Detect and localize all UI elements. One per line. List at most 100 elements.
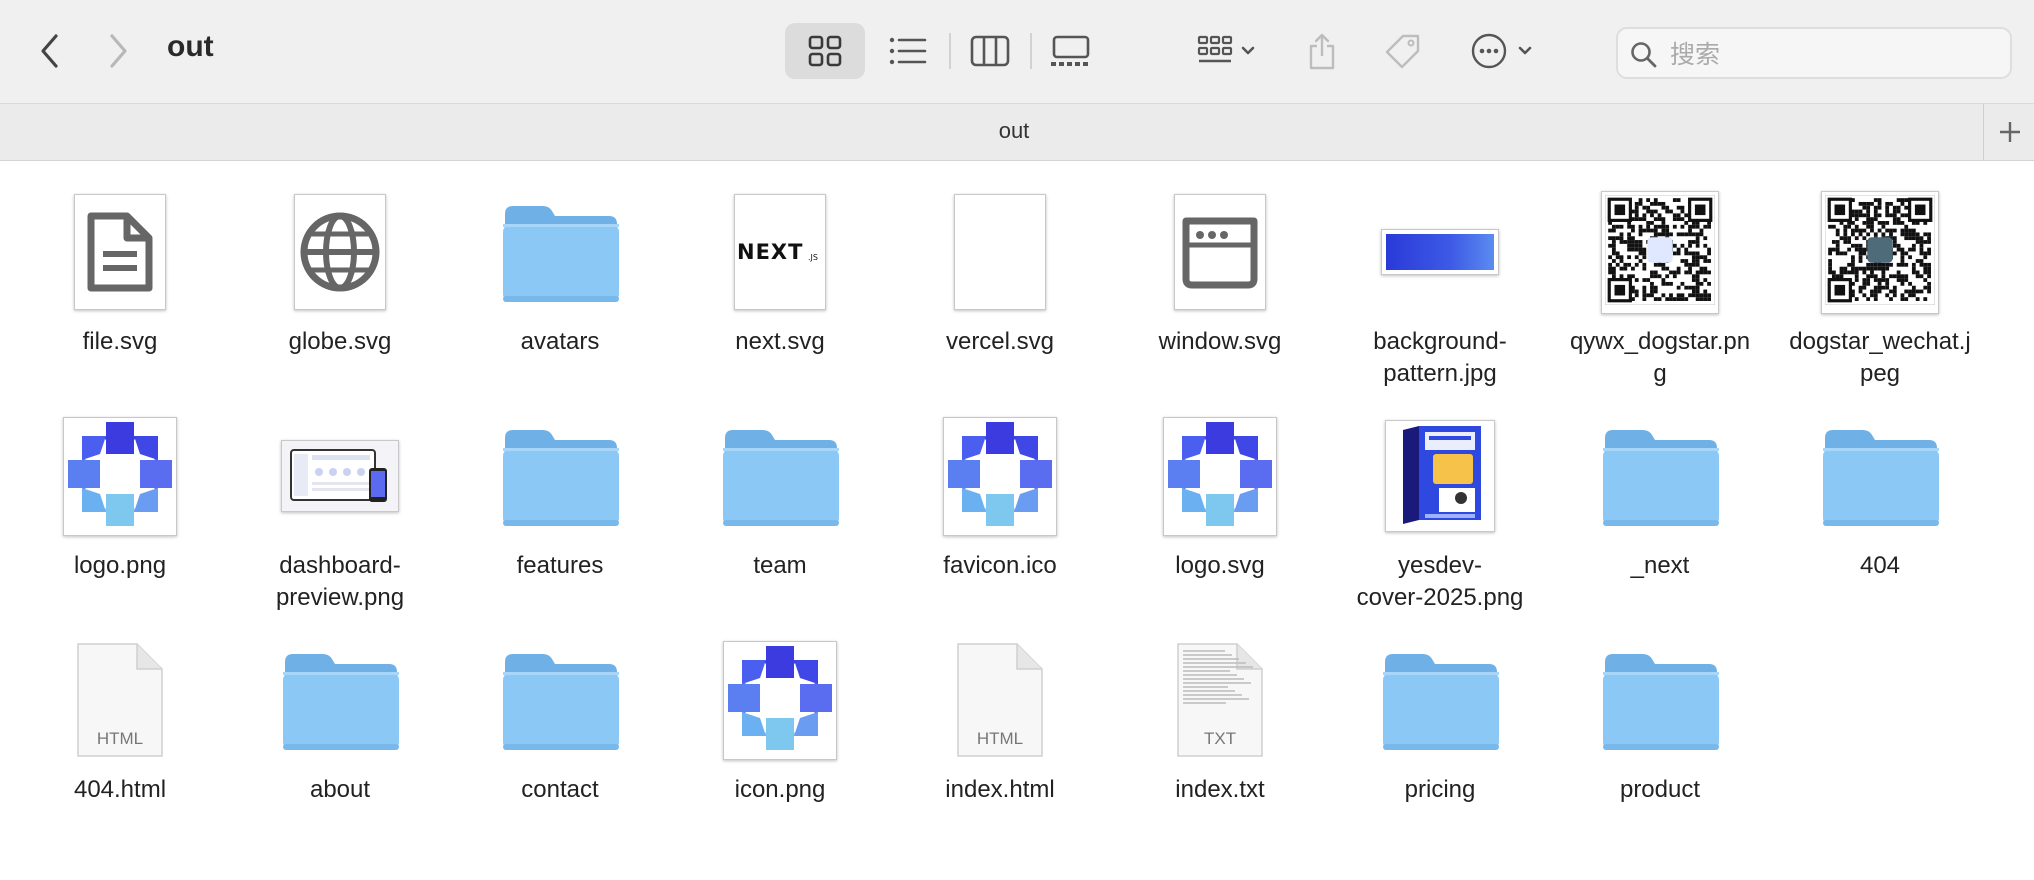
item-thumbnail (1330, 188, 1550, 316)
item-thumbnail (1550, 636, 1770, 764)
item-thumbnail (890, 188, 1110, 316)
logo-icon (726, 643, 834, 752)
item-name: _next (1630, 552, 1690, 579)
item-thumbnail (1770, 412, 1990, 540)
logo-icon (66, 419, 174, 528)
item-thumbnail (1110, 412, 1330, 540)
book-cover-image (1389, 424, 1491, 528)
folder-icon (503, 654, 619, 750)
item-name: next.svg (735, 328, 825, 355)
item-name: avatars (520, 328, 600, 355)
item-thumbnail (1110, 188, 1330, 316)
document-icon: HTML (955, 641, 1045, 759)
image-thumbnail (1821, 190, 1939, 314)
item-thumbnail (10, 188, 230, 316)
item-name: about (309, 776, 371, 803)
item-name: favicon.ico (943, 552, 1057, 579)
chevron-left-icon (41, 34, 58, 68)
item-thumbnail (450, 412, 670, 540)
image-thumbnail (1163, 416, 1277, 536)
item-name: 404.html (73, 776, 167, 803)
gallery-icon (1051, 35, 1090, 66)
item-name: yesdev- cover-2025.png (1356, 552, 1524, 611)
item-thumbnail: HTML (890, 636, 1110, 764)
gallery-view-button[interactable] (1031, 23, 1111, 79)
window-thumbnail (1174, 194, 1266, 310)
folder-icon (1823, 430, 1939, 526)
icon-view-button[interactable] (785, 23, 865, 79)
item-name: dashboard- preview.png (275, 552, 405, 611)
item-name: icon.png (734, 776, 826, 803)
chevron-right-icon (110, 34, 127, 68)
toolbar: out (0, 0, 2034, 103)
item-thumbnail: NEXT .JS (670, 188, 890, 316)
search-field[interactable] (1616, 27, 2012, 79)
item-name: file.svg (82, 328, 158, 355)
item-thumbnail: HTML (10, 636, 230, 764)
qr-code-icon (1824, 193, 1936, 306)
folder-icon (283, 654, 399, 750)
document-icon: HTML (75, 641, 165, 759)
item-thumbnail (1330, 636, 1550, 764)
list-view-button[interactable] (868, 23, 948, 79)
window-icon (1182, 217, 1258, 289)
column-view-button[interactable] (950, 23, 1030, 79)
folder-icon (503, 206, 619, 302)
item-name: contact (521, 776, 599, 803)
item-thumbnail (230, 188, 450, 316)
item-thumbnail (1550, 412, 1770, 540)
item-name: index.txt (1175, 776, 1265, 803)
nextjs-logo-icon: NEXT .JS (737, 240, 818, 264)
item-thumbnail (1330, 412, 1550, 540)
image-thumbnail (281, 440, 399, 512)
item-name: pricing (1404, 776, 1476, 803)
item-thumbnail (890, 412, 1110, 540)
file-extension-label: HTML (976, 729, 1024, 748)
new-tab-button[interactable] (1983, 104, 2034, 160)
item-name: features (516, 552, 604, 579)
item-name: dogstar_wechat.j peg (1789, 328, 1971, 387)
folder-icon (503, 430, 619, 526)
share-icon (1309, 33, 1335, 70)
share-button[interactable] (1302, 23, 1342, 79)
folder-icon (1383, 654, 1499, 750)
next-thumbnail: NEXT .JS (734, 194, 826, 310)
item-name: window.svg (1158, 328, 1282, 355)
document-icon (87, 212, 153, 292)
tag-button[interactable] (1380, 23, 1426, 79)
logo-icon (1166, 419, 1274, 528)
search-icon (1631, 42, 1657, 68)
file-thumbnail (74, 194, 166, 310)
group-by-button[interactable] (1186, 23, 1266, 79)
image-thumbnail (1381, 229, 1499, 275)
svg-text:.JS: .JS (808, 253, 818, 262)
tab-title[interactable]: out (0, 118, 2028, 144)
tag-icon (1385, 34, 1420, 69)
columns-icon (970, 35, 1010, 67)
logo-icon (946, 419, 1054, 528)
more-actions-button[interactable] (1462, 23, 1544, 79)
item-thumbnail (670, 636, 890, 764)
search-input[interactable] (1668, 37, 2002, 73)
item-thumbnail (1770, 188, 1990, 316)
item-name: logo.svg (1175, 552, 1265, 579)
gradient-image (1386, 234, 1494, 270)
tab-bar: out (0, 103, 2034, 161)
item-thumbnail (450, 636, 670, 764)
back-button[interactable] (30, 30, 70, 72)
item-name: globe.svg (288, 328, 392, 355)
image-thumbnail (723, 640, 837, 760)
item-name: background- pattern.jpg (1373, 328, 1507, 387)
qr-code-icon (1604, 193, 1716, 306)
item-thumbnail (10, 412, 230, 540)
folder-icon (1603, 430, 1719, 526)
file-extension-label: TXT (1203, 729, 1237, 748)
folder-icon (723, 430, 839, 526)
image-thumbnail (1601, 190, 1719, 314)
image-thumbnail (943, 416, 1057, 536)
item-thumbnail (450, 188, 670, 316)
dashboard-preview-image (290, 449, 387, 502)
forward-button[interactable] (98, 30, 138, 72)
item-thumbnail (670, 412, 890, 540)
item-name: vercel.svg (945, 328, 1055, 355)
